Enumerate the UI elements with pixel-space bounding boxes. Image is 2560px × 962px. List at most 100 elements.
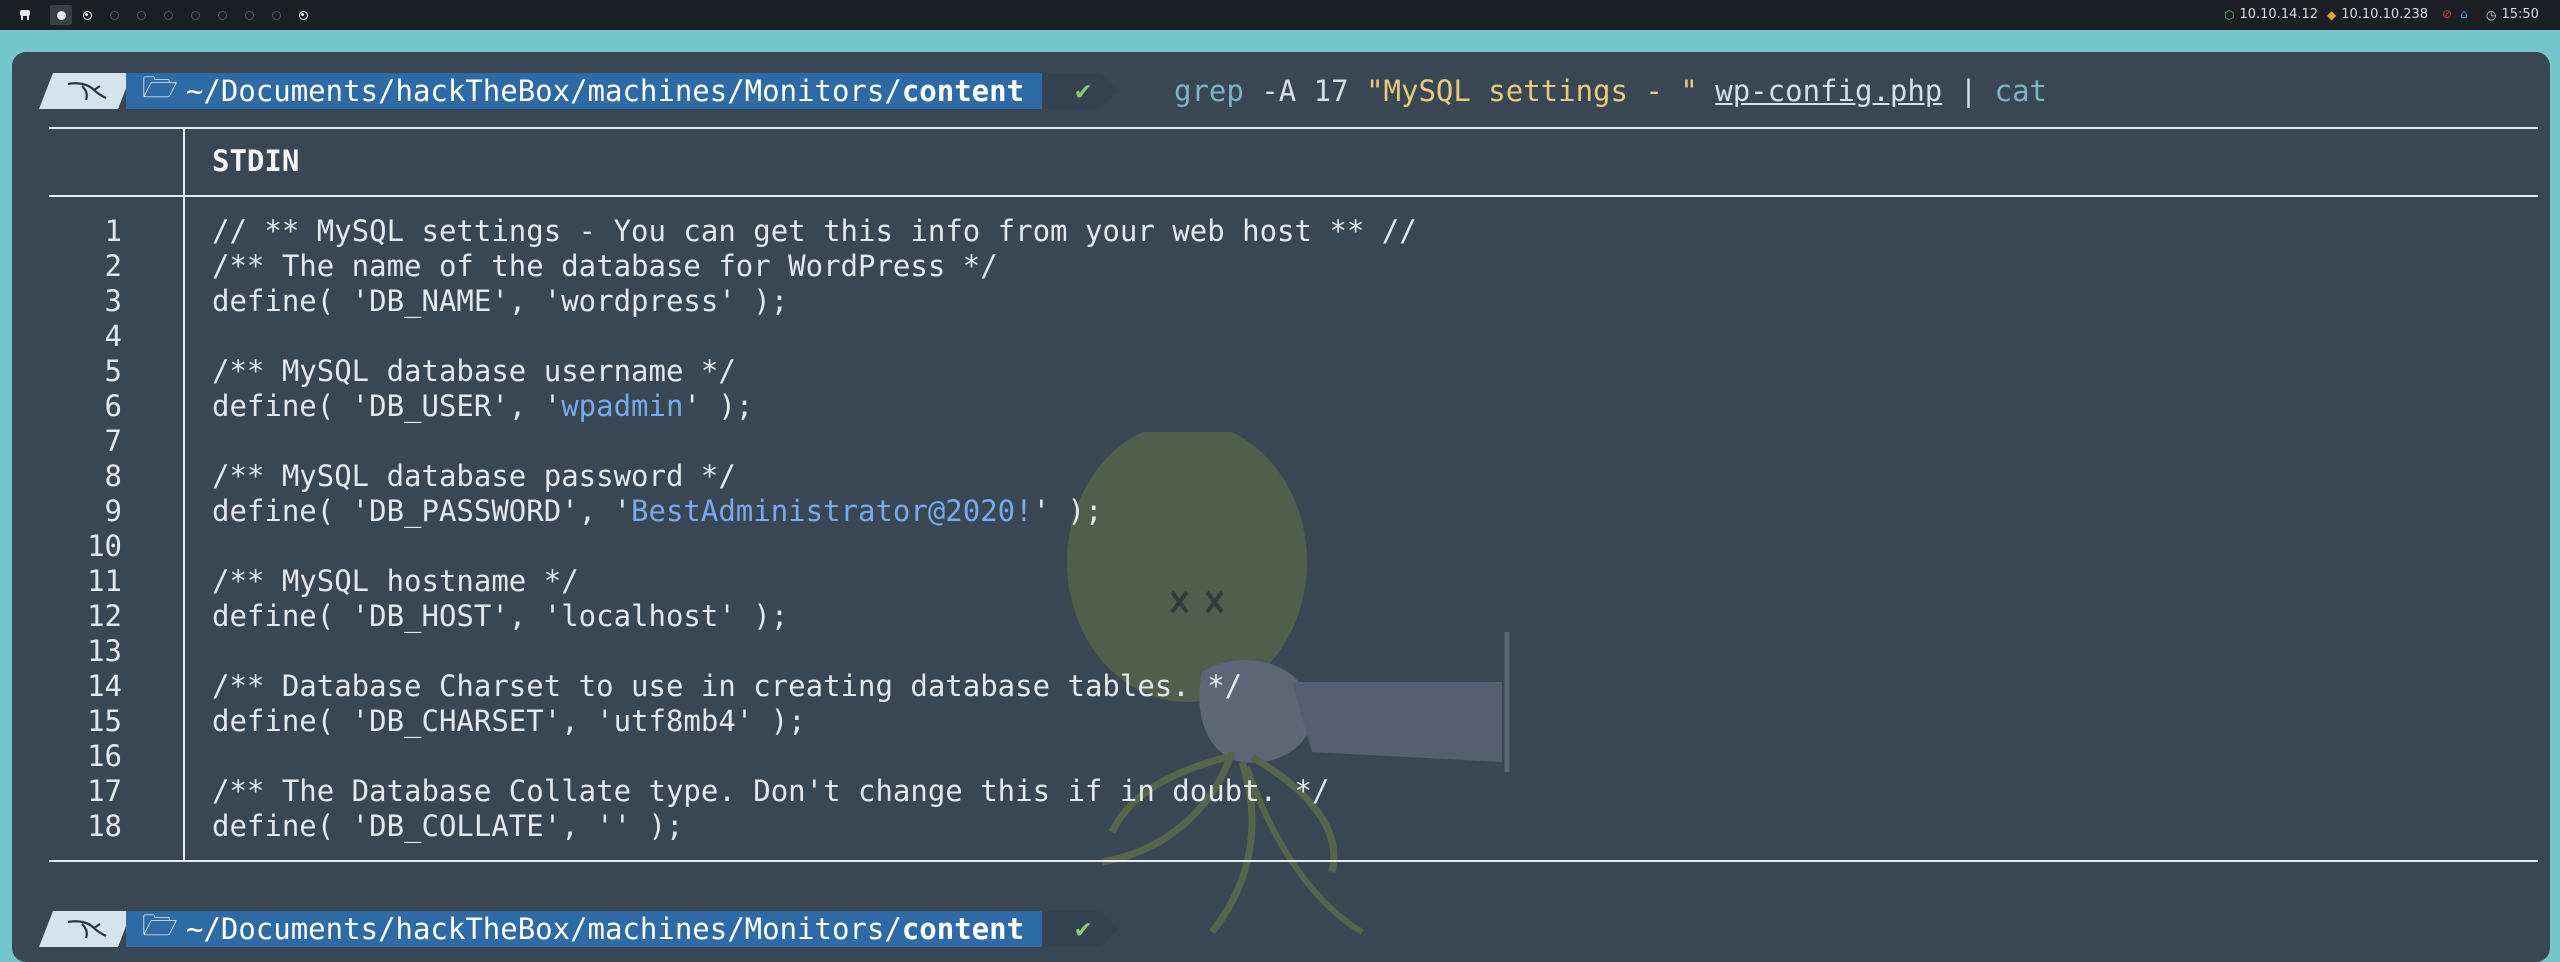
line-code: define( 'DB_USER', 'wpadmin' ); bbox=[212, 389, 753, 424]
line-code: /** The name of the database for WordPre… bbox=[212, 249, 998, 283]
launcher-icon[interactable] bbox=[14, 5, 36, 25]
folder-icon: 🗁 bbox=[142, 69, 178, 104]
line-code: /** Database Charset to use in creating … bbox=[212, 669, 1243, 703]
workspace-indicator-icon bbox=[109, 10, 119, 20]
prompt-path-prefix: ~/Documents/hackTheBox/machines/Monitors… bbox=[185, 912, 902, 946]
line-code: /** MySQL database password */ bbox=[212, 459, 736, 493]
code-text: define( 'DB_USER', ' bbox=[212, 389, 562, 423]
code-text: ' ); bbox=[683, 389, 754, 423]
output-line: 15 define( 'DB_CHARSET', 'utf8mb4' ); bbox=[12, 704, 2412, 739]
line-code: define( 'DB_HOST', 'localhost' ); bbox=[212, 599, 789, 633]
workspace-button-3[interactable] bbox=[103, 5, 125, 25]
workspace-button-5[interactable] bbox=[157, 5, 179, 25]
workspace-button-9[interactable] bbox=[265, 5, 287, 25]
output-line: 2 /** The name of the database for WordPr… bbox=[12, 249, 2412, 284]
output-line: 3 define( 'DB_NAME', 'wordpress' ); bbox=[12, 284, 2412, 319]
kali-icon bbox=[39, 73, 132, 109]
terminal-window[interactable]: 🗁 ~/Documents/hackTheBox/machines/Monito… bbox=[12, 52, 2550, 962]
vpn-icon: ⬡ bbox=[2224, 7, 2235, 22]
output-bottom-rule bbox=[49, 860, 2538, 862]
success-check-icon: ✔ bbox=[1042, 911, 1118, 947]
output-line: 4 bbox=[12, 319, 2412, 354]
home-icon[interactable]: ⌂ bbox=[2460, 7, 2468, 21]
line-number: 1 bbox=[104, 214, 122, 248]
line-code: /** The Database Collate type. Don't cha… bbox=[212, 774, 1330, 808]
line-number: 13 bbox=[87, 634, 122, 668]
line-number: 14 bbox=[87, 669, 122, 703]
line-number: 16 bbox=[87, 739, 122, 773]
code-text: define( 'DB_PASSWORD', ' bbox=[212, 494, 632, 528]
folder-icon: 🗁 bbox=[142, 907, 178, 942]
prompt-path-current: content bbox=[901, 74, 1025, 108]
alert-status[interactable]: ⊘ bbox=[2442, 7, 2452, 21]
output-line: 6 define( 'DB_USER', 'wpadmin' ); bbox=[12, 389, 2412, 424]
line-number: 10 bbox=[87, 529, 122, 563]
line-number: 3 bbox=[104, 284, 122, 318]
workspace-button-10[interactable] bbox=[292, 5, 314, 25]
shell-prompt-2: 🗁 ~/Documents/hackTheBox/machines/Monito… bbox=[39, 911, 1118, 947]
output-line: 10 bbox=[12, 529, 2412, 564]
line-number: 12 bbox=[87, 599, 122, 633]
line-number: 8 bbox=[104, 459, 122, 493]
clock: ◷ 15:50 bbox=[2486, 7, 2539, 22]
command-line: grep -A 17 "MySQL settings - " wp-config… bbox=[1174, 73, 2047, 109]
line-number: 17 bbox=[87, 774, 122, 808]
line-code: // ** MySQL settings - You can get this … bbox=[212, 214, 1417, 248]
clock-time: 15:50 bbox=[2501, 7, 2539, 22]
workspace-button-6[interactable] bbox=[184, 5, 206, 25]
command-name: grep bbox=[1174, 74, 1244, 108]
output-line: 16 bbox=[12, 739, 2412, 774]
line-number: 5 bbox=[104, 354, 122, 388]
workspace-indicator-icon bbox=[136, 10, 146, 20]
command-flags: -A 17 bbox=[1243, 74, 1367, 108]
code-text: ' ); bbox=[1032, 494, 1103, 528]
output-line: 7 bbox=[12, 424, 2412, 459]
target-ip: 10.10.10.238 bbox=[2341, 7, 2429, 22]
workspace-button-8[interactable] bbox=[238, 5, 260, 25]
output-line: 11 /** MySQL hostname */ bbox=[12, 564, 2412, 599]
output-line: 1 // ** MySQL settings - You can get this… bbox=[12, 214, 2412, 249]
workspace-indicator-icon bbox=[244, 10, 254, 20]
output-line: 8 /** MySQL database password */ bbox=[12, 459, 2412, 494]
workspace-indicator-icon bbox=[190, 10, 200, 20]
line-code: define( 'DB_PASSWORD', 'BestAdministrato… bbox=[212, 494, 1102, 529]
line-number: 9 bbox=[104, 494, 122, 528]
output-line: 9 define( 'DB_PASSWORD', 'BestAdministrat… bbox=[12, 494, 2412, 529]
alert-icon[interactable]: ⊘ bbox=[2442, 7, 2452, 21]
line-number: 18 bbox=[87, 809, 122, 843]
output-line: 13 bbox=[12, 634, 2412, 669]
line-code: define( 'DB_NAME', 'wordpress' ); bbox=[212, 284, 789, 318]
workspace-indicator-icon bbox=[163, 10, 173, 20]
workspace-button-7[interactable] bbox=[211, 5, 233, 25]
prompt-path: 🗁 ~/Documents/hackTheBox/machines/Monito… bbox=[126, 911, 1060, 947]
vpn-ip: 10.10.14.12 bbox=[2239, 7, 2319, 22]
line-code: define( 'DB_CHARSET', 'utf8mb4' ); bbox=[212, 704, 806, 738]
workspace-indicator-icon bbox=[217, 10, 227, 20]
line-number: 7 bbox=[104, 424, 122, 458]
output-top-rule bbox=[49, 127, 2538, 129]
highlighted-credential: wpadmin bbox=[561, 389, 684, 423]
clock-icon: ◷ bbox=[2486, 7, 2497, 22]
top-bar: ⬡ 10.10.14.12 ◆ 10.10.10.238 ⊘ ⌂ ◷ 15:50 bbox=[0, 0, 2560, 30]
prompt-path-current: content bbox=[901, 912, 1025, 946]
shell-prompt: 🗁 ~/Documents/hackTheBox/machines/Monito… bbox=[39, 73, 1118, 109]
output-header: STDIN bbox=[212, 144, 300, 178]
line-code: /** MySQL database username */ bbox=[212, 354, 736, 388]
line-number: 6 bbox=[104, 389, 122, 423]
workspace-button-4[interactable] bbox=[130, 5, 152, 25]
target-status: ◆ 10.10.10.238 bbox=[2327, 7, 2428, 22]
header-rule bbox=[49, 195, 2538, 197]
target-icon: ◆ bbox=[2327, 7, 2337, 22]
output-line: 14 /** Database Charset to use in creatin… bbox=[12, 669, 2412, 704]
workspace-button-2[interactable] bbox=[76, 5, 98, 25]
home-status[interactable]: ⌂ bbox=[2460, 7, 2468, 21]
command-file: wp-config.php bbox=[1715, 74, 1943, 108]
line-number: 4 bbox=[104, 319, 122, 353]
prompt-path: 🗁 ~/Documents/hackTheBox/machines/Monito… bbox=[126, 73, 1060, 109]
prompt-path-prefix: ~/Documents/hackTheBox/machines/Monitors… bbox=[185, 74, 902, 108]
workspace-button-1[interactable] bbox=[50, 5, 72, 25]
line-code: /** MySQL hostname */ bbox=[212, 564, 579, 598]
line-number: 11 bbox=[87, 564, 122, 598]
line-number: 2 bbox=[104, 249, 122, 283]
output-line: 18 define( 'DB_COLLATE', '' ); bbox=[12, 809, 2412, 844]
